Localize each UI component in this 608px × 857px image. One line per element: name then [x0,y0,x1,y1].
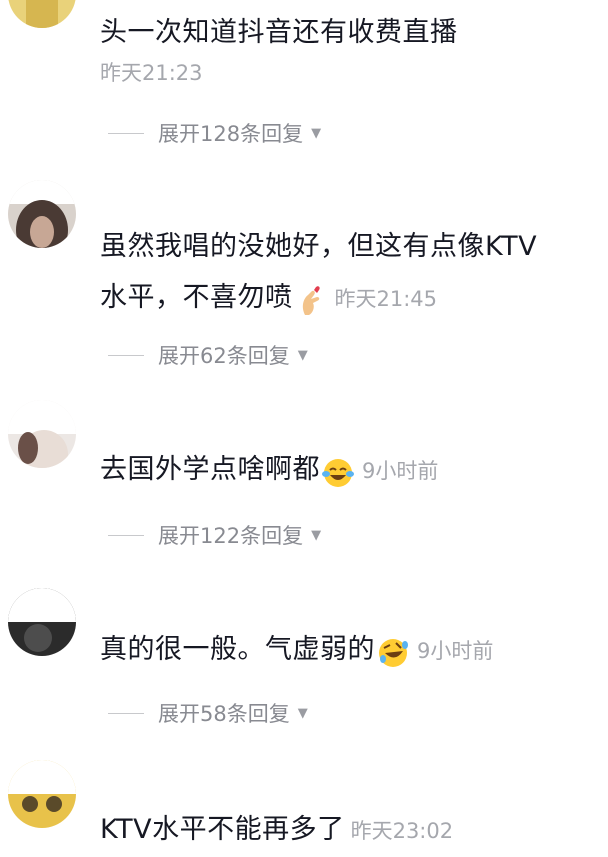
avatar[interactable] [8,760,76,828]
avatar[interactable] [8,0,76,28]
divider [108,534,144,536]
tears-of-joy-icon [322,455,354,487]
divider [108,354,144,356]
expand-replies-label: 展开58条回复 [158,702,290,726]
comment-time: 昨天21:45 [334,287,438,311]
finger-heart-icon [295,283,327,315]
expand-replies-label: 展开62条回复 [158,344,290,368]
comment-time: 9小时前 [362,459,439,483]
expand-replies-button[interactable]: 展开122条回复 ▼ [108,520,321,550]
comment-time: 9小时前 [417,639,494,663]
comment-text: 去国外学点啥啊都 9小时前 [100,454,439,487]
comment-time: 昨天21:23 [100,61,203,85]
avatar[interactable] [8,588,76,656]
expand-replies-label: 展开122条回复 [158,524,304,548]
comment-text: 真的很一般。气虚弱的 9小时前 [100,634,494,667]
expand-replies-button[interactable]: 展开128条回复 ▼ [108,118,321,148]
expand-replies-button[interactable]: 展开62条回复 ▼ [108,340,308,370]
comment-text: KTV水平不能再多了 昨天23:02 [100,814,454,845]
chevron-down-icon: ▼ [297,705,308,721]
rolling-laughing-icon [377,635,409,667]
avatar[interactable] [8,400,76,468]
chevron-down-icon: ▼ [311,527,322,543]
chevron-down-icon: ▼ [311,125,322,141]
divider [108,712,144,714]
divider [108,132,144,134]
avatar[interactable] [8,180,76,248]
chevron-down-icon: ▼ [297,347,308,363]
expand-replies-label: 展开128条回复 [158,122,304,146]
comment-time: 昨天23:02 [350,819,454,843]
comment-text: 头一次知道抖音还有收费直播 [100,17,458,48]
expand-replies-button[interactable]: 展开58条回复 ▼ [108,698,308,728]
comment-text: 虽然我唱的没她好，但这有点像KTV 水平，不喜勿喷 昨天21:45 [100,231,538,315]
